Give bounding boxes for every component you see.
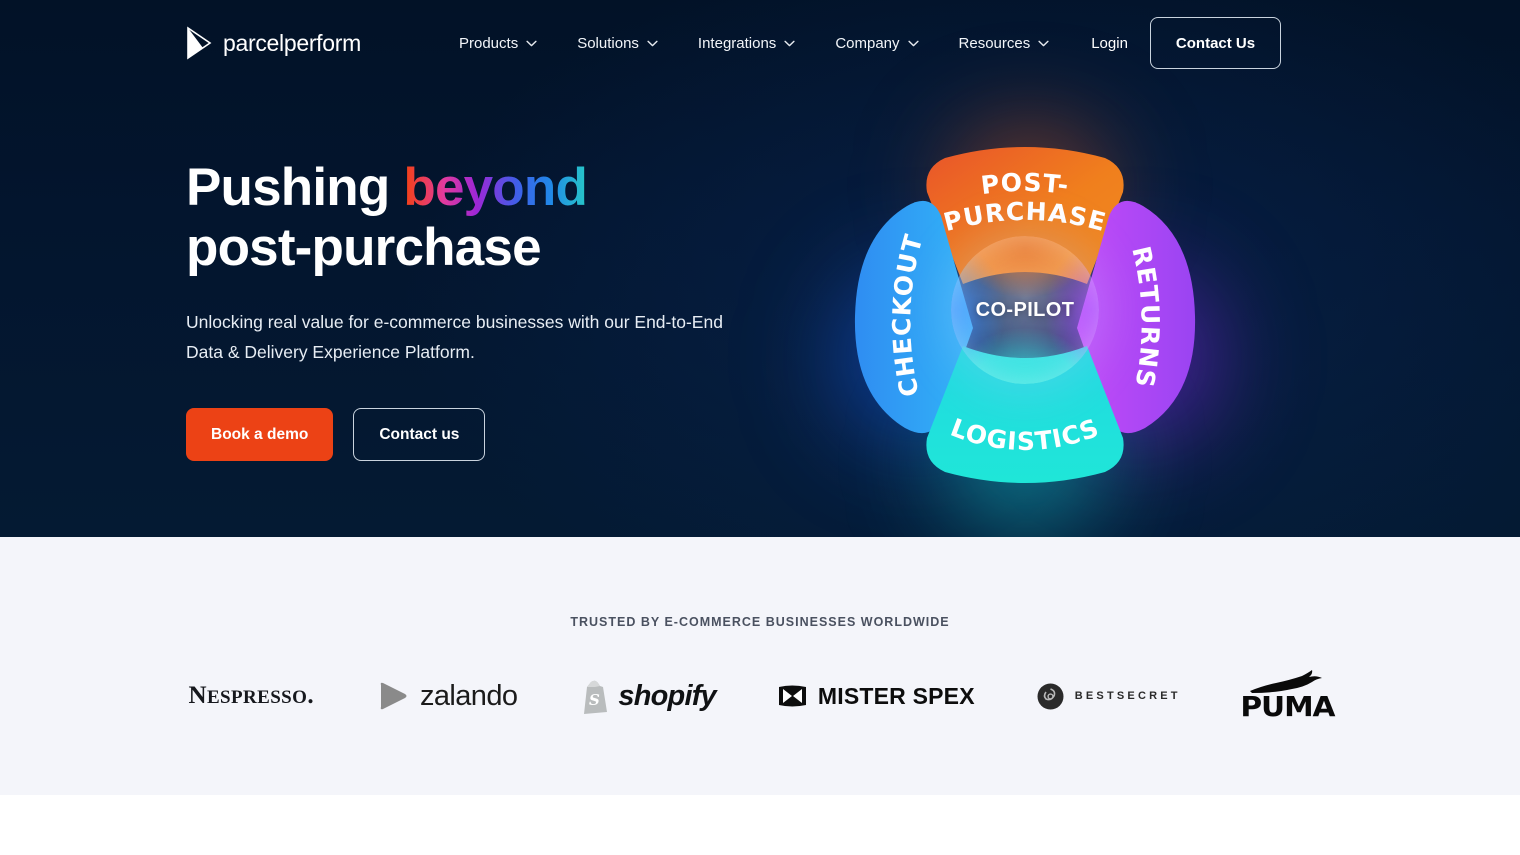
headline-gradient-word: beyond: [403, 158, 588, 217]
client-logo-nespresso: NESPRESSO.: [189, 666, 314, 726]
nav-item-products[interactable]: Products: [439, 21, 557, 65]
puma-wordmark: PUMA: [1240, 690, 1335, 723]
mister-spex-bowtie-icon: [778, 685, 806, 707]
headline-part-1: Pushing: [186, 158, 404, 217]
client-logo-row: NESPRESSO. zalando S shopify MISTER SPEX…: [189, 666, 1335, 726]
login-link[interactable]: Login: [1069, 35, 1150, 52]
copilot-sphere: CO-PILOT: [951, 236, 1099, 384]
nav-item-resources[interactable]: Resources: [939, 21, 1070, 65]
chevron-down-icon: [1038, 40, 1049, 46]
chevron-down-icon: [647, 40, 658, 46]
nav-item-label: Company: [835, 34, 900, 52]
nespresso-wordmark: NESPRESSO.: [189, 682, 314, 710]
trusted-by-title: TRUSTED BY E-COMMERCE BUSINESSES WORLDWI…: [570, 615, 950, 629]
client-logo-puma: PUMA: [1240, 666, 1335, 726]
nespresso-lead-letter: N: [188, 682, 207, 709]
chevron-down-icon: [526, 40, 537, 46]
nav-item-integrations[interactable]: Integrations: [678, 21, 815, 65]
hero-subcopy-line-1: Unlocking real value for e-commerce busi…: [186, 312, 630, 332]
nav-links: Products Solutions Integrations Company: [439, 17, 1282, 69]
bestsecret-badge-icon: [1037, 683, 1064, 709]
client-logo-zalando: zalando: [376, 666, 518, 726]
client-logo-bestsecret: BESTSECRET: [1037, 666, 1181, 726]
chevron-down-icon: [784, 40, 795, 46]
contact-us-button[interactable]: Contact Us: [1149, 17, 1282, 69]
client-logo-shopify: S shopify: [579, 666, 717, 726]
hero-copy: Pushing beyond post-purchase Unlocking r…: [186, 158, 806, 461]
nav-item-company[interactable]: Company: [815, 21, 938, 65]
nav-item-label: Resources: [958, 34, 1031, 52]
nespresso-rest: ESPRESSO: [206, 687, 308, 708]
hero-subcopy: Unlocking real value for e-commerce busi…: [186, 307, 726, 367]
zalando-triangle-icon: [380, 682, 407, 709]
nespresso-dot: .: [307, 682, 314, 709]
brand-logo[interactable]: parcelperform: [186, 26, 361, 60]
shopify-wordmark: shopify: [618, 679, 716, 712]
nav-item-label: Products: [459, 34, 519, 52]
nav-item-label: Solutions: [577, 34, 639, 52]
page-title: Pushing beyond post-purchase: [186, 158, 806, 278]
book-a-demo-button[interactable]: Book a demo: [186, 408, 334, 461]
hero-section: parcelperform Products Solutions Integra…: [0, 0, 1520, 537]
copilot-label: CO-PILOT: [975, 298, 1075, 321]
triangle-play-mark-icon: [187, 26, 212, 60]
main-navigation: parcelperform Products Solutions Integra…: [0, 0, 1520, 86]
zalando-wordmark: zalando: [419, 679, 518, 712]
svg-text:POST-: POST-: [979, 168, 1071, 200]
mister-spex-wordmark: MISTER SPEX: [817, 682, 975, 709]
trusted-by-section: TRUSTED BY E-COMMERCE BUSINESSES WORLDWI…: [0, 537, 1520, 795]
page-bottom-strip: [0, 795, 1520, 855]
headline-part-2: post-purchase: [186, 218, 542, 277]
brand-logo-text: parcelperform: [223, 29, 361, 56]
contact-us-secondary-button[interactable]: Contact us: [353, 408, 486, 461]
shopify-bag-icon: S: [584, 680, 608, 714]
nav-item-label: Integrations: [697, 34, 777, 52]
svg-text:S: S: [589, 691, 600, 709]
client-logo-mister-spex: MISTER SPEX: [778, 666, 975, 726]
copilot-diagram: POST- PURCHASE CHECKOUT RETURNS LOGISTIC…: [735, 70, 1315, 537]
nav-item-solutions[interactable]: Solutions: [557, 21, 678, 65]
hero-cta-row: Book a demo Contact us: [186, 408, 806, 461]
bestsecret-wordmark: BESTSECRET: [1074, 690, 1181, 702]
chevron-down-icon: [907, 40, 919, 46]
